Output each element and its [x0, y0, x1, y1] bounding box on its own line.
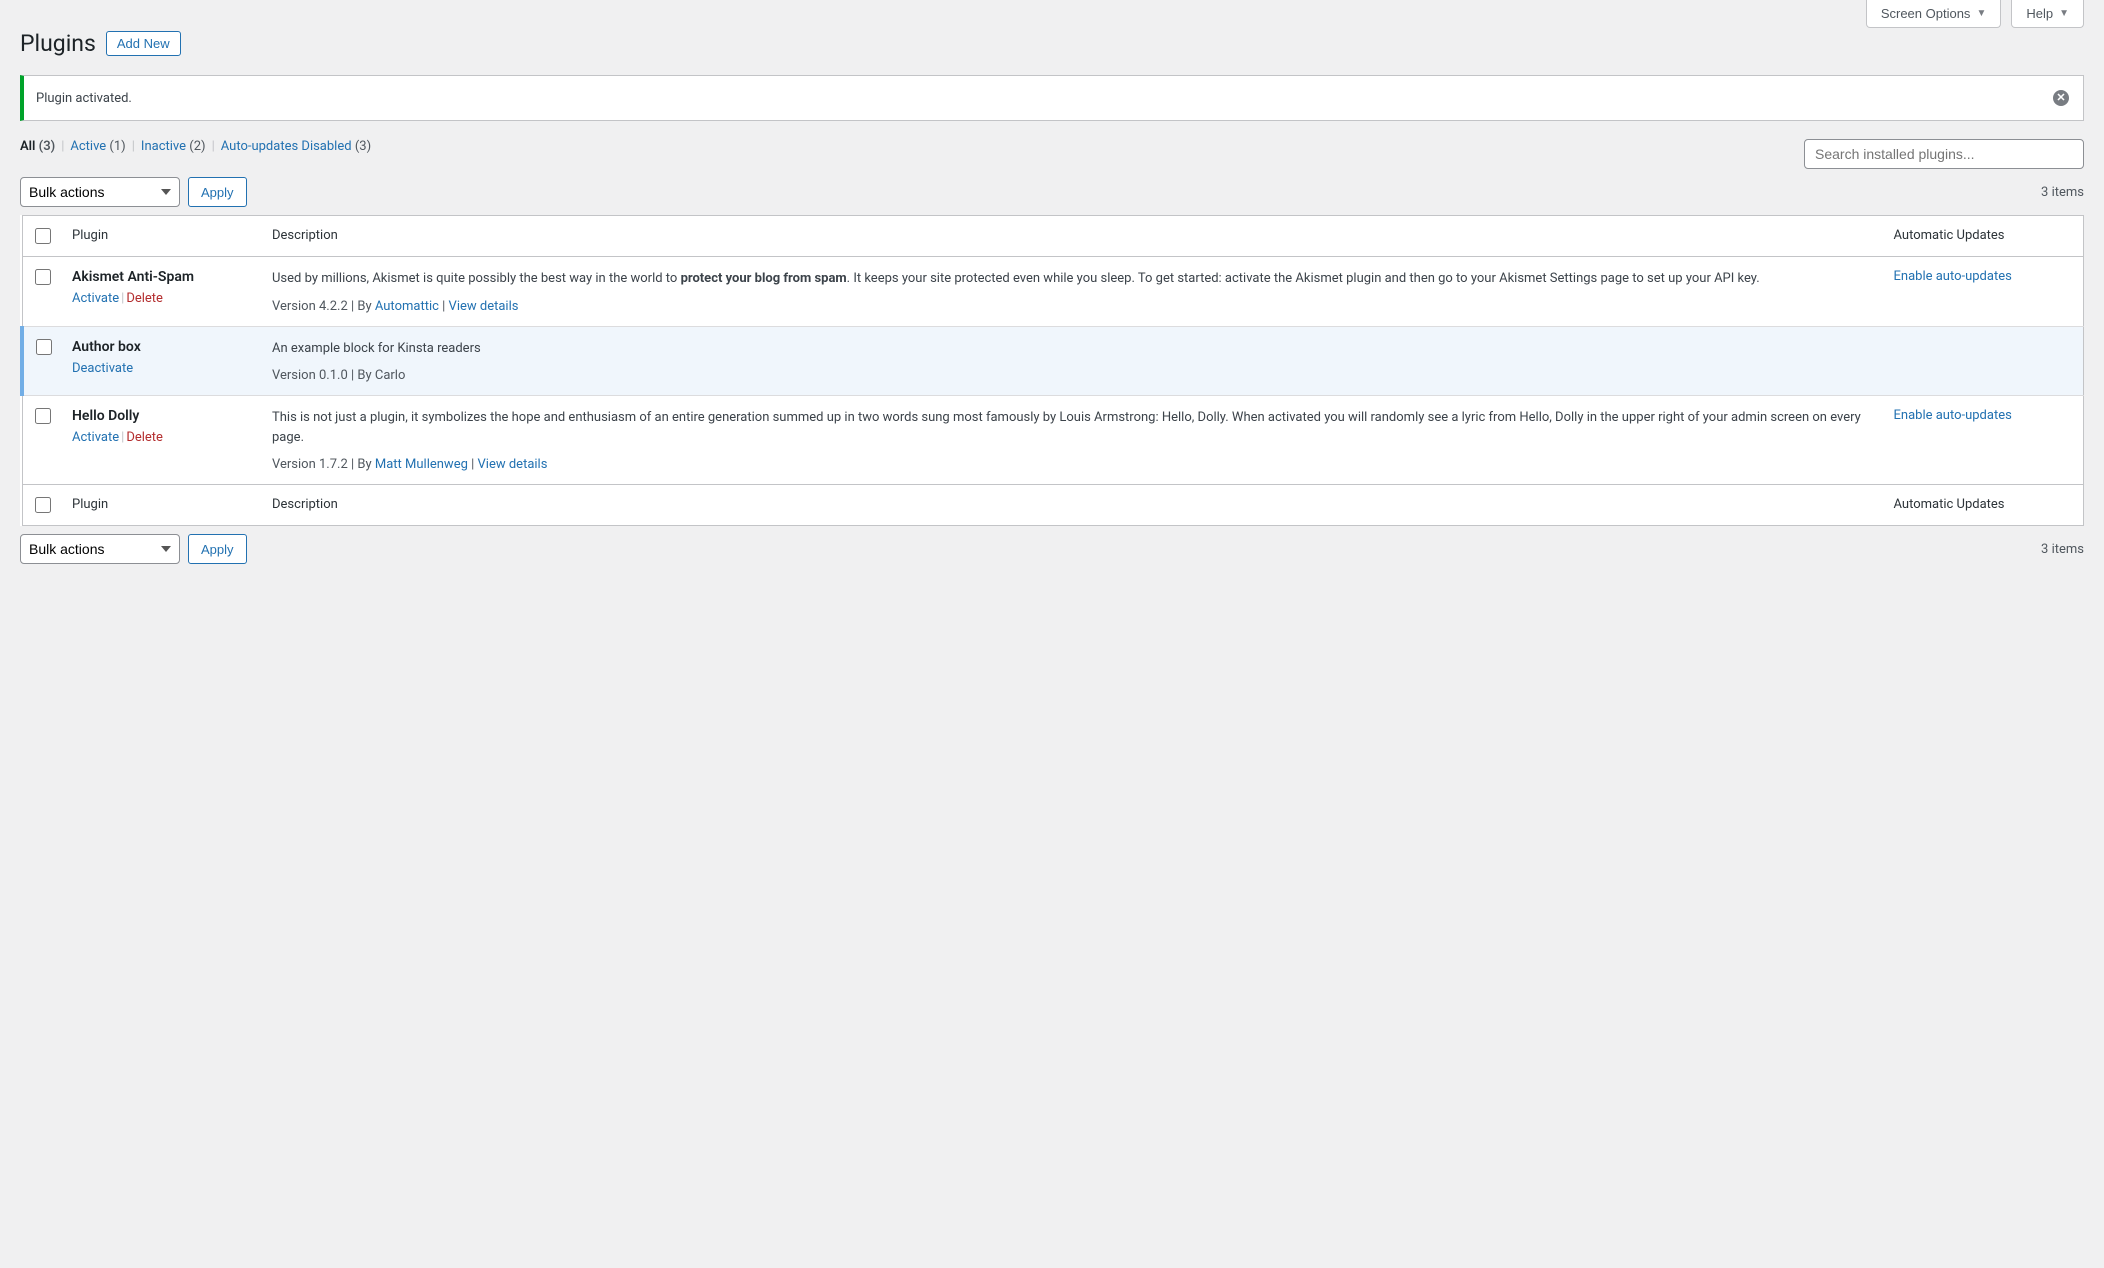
column-description[interactable]: Description: [262, 216, 1884, 257]
plugins-table: Plugin Description Automatic Updates Aki…: [20, 215, 2084, 526]
delete-link[interactable]: Delete: [126, 291, 163, 306]
apply-button-bottom[interactable]: Apply: [188, 534, 247, 564]
caret-down-icon: ▼: [1976, 8, 1986, 19]
enable-auto-updates-link[interactable]: Enable auto-updates: [1894, 408, 2012, 423]
column-plugin[interactable]: Plugin: [62, 216, 262, 257]
row-actions: Deactivate: [72, 361, 252, 376]
plugin-description: This is not just a plugin, it symbolizes…: [272, 408, 1874, 447]
row-checkbox[interactable]: [35, 408, 51, 424]
plugin-description: An example block for Kinsta readers: [272, 339, 1874, 359]
plugin-name: Akismet Anti-Spam: [72, 269, 194, 285]
filter-active[interactable]: Active (1): [70, 139, 125, 154]
author-link[interactable]: Matt Mullenweg: [375, 457, 468, 472]
plugin-meta: Version 1.7.2 | By Matt Mullenweg | View…: [272, 457, 1874, 472]
filter-all[interactable]: All (3): [20, 139, 55, 154]
column-auto-updates-footer[interactable]: Automatic Updates: [1884, 485, 2084, 526]
row-checkbox[interactable]: [36, 339, 52, 355]
items-count: 3 items: [2041, 185, 2084, 200]
caret-down-icon: ▼: [2059, 8, 2069, 19]
bulk-actions-select-bottom[interactable]: Bulk actions: [20, 534, 180, 564]
filter-links: All (3) | Active (1) | Inactive (2) | Au…: [20, 139, 371, 154]
filter-auto-disabled[interactable]: Auto-updates Disabled (3): [221, 139, 371, 154]
table-row: Hello Dolly Activate|Delete This is not ju…: [22, 396, 2084, 485]
row-actions: Activate|Delete: [72, 291, 252, 306]
plugin-name: Author box: [72, 339, 141, 355]
apply-button[interactable]: Apply: [188, 177, 247, 207]
row-checkbox[interactable]: [35, 269, 51, 285]
view-details-link[interactable]: View details: [449, 299, 519, 314]
author-link[interactable]: Automattic: [375, 299, 439, 314]
select-all-checkbox-bottom[interactable]: [35, 497, 51, 513]
enable-auto-updates-link[interactable]: Enable auto-updates: [1894, 269, 2012, 284]
activate-link[interactable]: Activate: [72, 291, 119, 306]
row-actions: Activate|Delete: [72, 430, 252, 445]
plugin-name: Hello Dolly: [72, 408, 139, 424]
table-row: Author box Deactivate An example block for…: [22, 326, 2084, 396]
deactivate-link[interactable]: Deactivate: [72, 361, 133, 376]
items-count-bottom: 3 items: [2041, 542, 2084, 557]
column-description-footer[interactable]: Description: [262, 485, 1884, 526]
help-label: Help: [2026, 6, 2053, 21]
dismiss-notice-button[interactable]: ✕: [2051, 88, 2071, 108]
notice-message: Plugin activated.: [36, 91, 132, 106]
plugin-meta: Version 4.2.2 | By Automattic | View det…: [272, 299, 1874, 314]
admin-notice: Plugin activated. ✕: [20, 75, 2084, 121]
help-tab[interactable]: Help ▼: [2011, 0, 2084, 28]
plugin-description: Used by millions, Akismet is quite possi…: [272, 269, 1874, 289]
page-title: Plugins: [20, 30, 96, 57]
add-new-button[interactable]: Add New: [106, 31, 181, 56]
column-auto-updates[interactable]: Automatic Updates: [1884, 216, 2084, 257]
screen-options-tab[interactable]: Screen Options ▼: [1866, 0, 2002, 28]
screen-options-label: Screen Options: [1881, 6, 1971, 21]
table-row: Akismet Anti-Spam Activate|Delete Used by …: [22, 257, 2084, 327]
bulk-actions-select[interactable]: Bulk actions: [20, 177, 180, 207]
select-all-checkbox[interactable]: [35, 228, 51, 244]
view-details-link[interactable]: View details: [478, 457, 548, 472]
search-input[interactable]: [1804, 139, 2084, 169]
delete-link[interactable]: Delete: [126, 430, 163, 445]
plugin-meta: Version 0.1.0 | By Carlo: [272, 368, 1874, 383]
column-plugin-footer[interactable]: Plugin: [62, 485, 262, 526]
filter-inactive[interactable]: Inactive (2): [141, 139, 206, 154]
activate-link[interactable]: Activate: [72, 430, 119, 445]
close-icon: ✕: [2053, 90, 2069, 106]
